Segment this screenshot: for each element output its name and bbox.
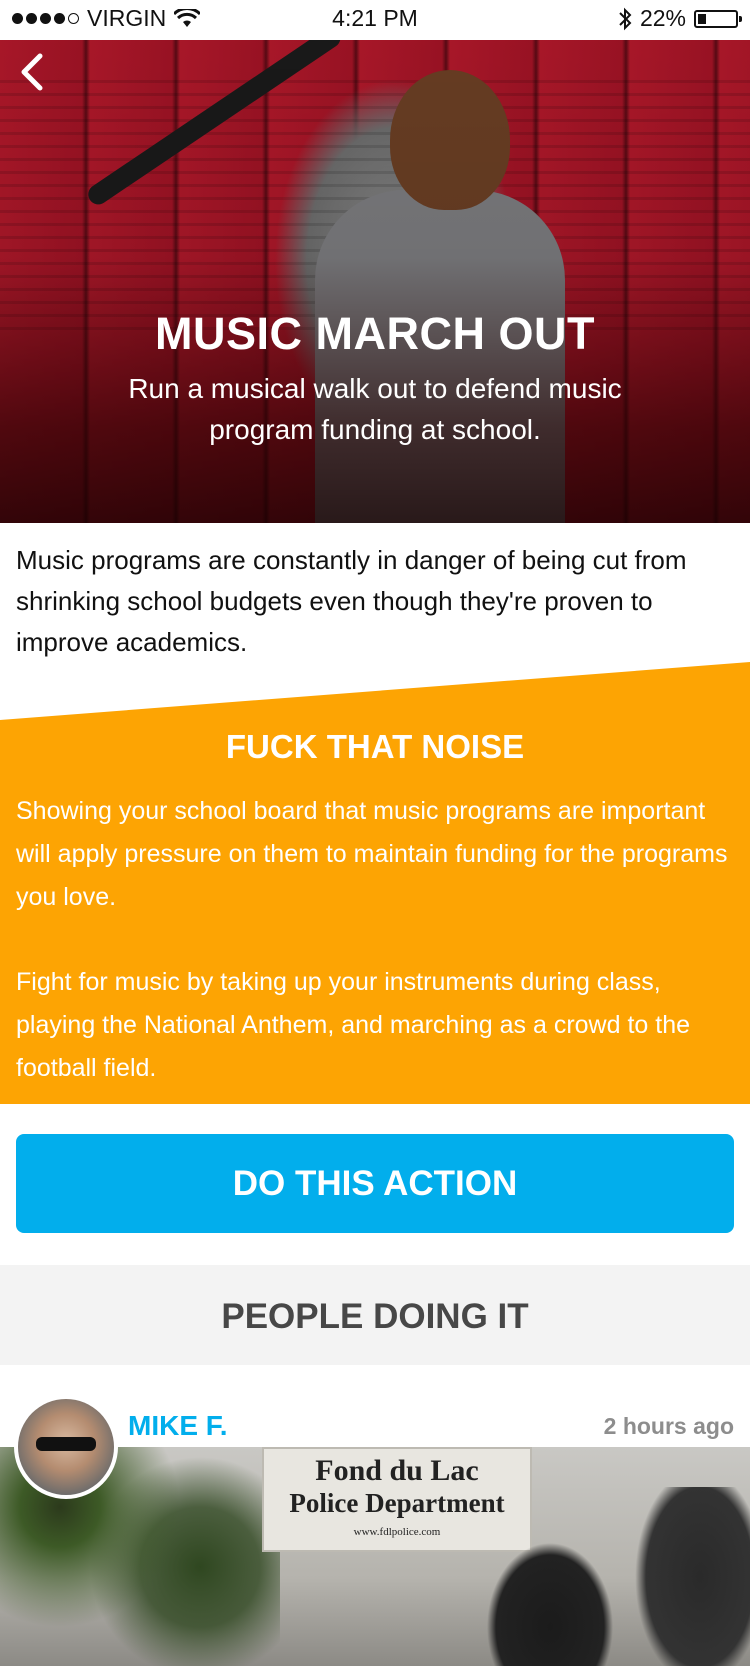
why-section-body: Showing your school board that music pro…: [16, 790, 736, 1090]
post-photo[interactable]: Fond du Lac Police Department www.fdlpol…: [0, 1447, 750, 1666]
sign-line-1: Fond du Lac: [315, 1454, 479, 1487]
status-right: 22%: [618, 5, 742, 32]
people-section-header: PEOPLE DOING IT: [0, 1265, 750, 1365]
people-section-title: PEOPLE DOING IT: [221, 1297, 529, 1336]
post-timestamp: 2 hours ago: [603, 1413, 734, 1439]
battery-level-fill: [698, 13, 706, 24]
chevron-left-icon: [21, 53, 43, 91]
why-paragraph-1: Showing your school board that music pro…: [16, 797, 728, 911]
action-subtitle: Run a musical walk out to defend music p…: [128, 373, 622, 445]
action-title: MUSIC MARCH OUT: [155, 308, 595, 359]
hero-image: [0, 40, 750, 523]
battery-icon: [694, 9, 742, 28]
intro-text: Music programs are constantly in danger …: [16, 545, 687, 657]
avatar[interactable]: [14, 1395, 118, 1499]
post-username[interactable]: MIKE F.: [128, 1410, 228, 1442]
do-this-action-button[interactable]: DO THIS ACTION: [16, 1134, 734, 1233]
status-bar: VIRGIN 4:21 PM 22%: [0, 0, 750, 40]
bluetooth-icon: [619, 7, 632, 30]
why-section-title: FUCK THAT NOISE: [225, 728, 525, 765]
battery-percent: 22%: [639, 5, 686, 31]
why-paragraph-2: Fight for music by taking up your instru…: [16, 968, 691, 1082]
back-button[interactable]: [14, 52, 54, 92]
